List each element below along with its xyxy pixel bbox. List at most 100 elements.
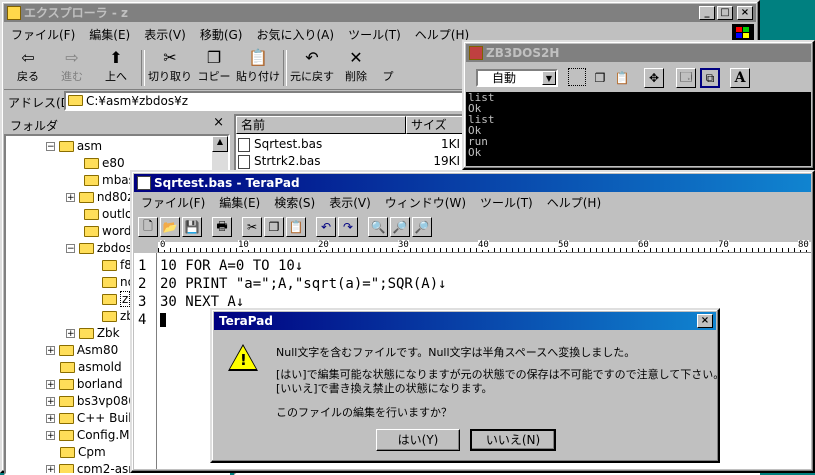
column-header-name[interactable]: 名前: [236, 116, 406, 134]
menu-view[interactable]: 表示(V): [137, 26, 193, 43]
cut-button[interactable]: ✂ 切り取り: [148, 48, 192, 84]
code-line: 1 10 FOR A=0 TO 10↓: [138, 258, 304, 274]
folder-icon: [60, 362, 75, 373]
folder-icon: [78, 192, 94, 203]
background-icon[interactable]: ⧉: [700, 68, 720, 88]
copy-button[interactable]: ❐ コピー: [192, 48, 236, 84]
tree-item-selected[interactable]: z: [102, 291, 131, 308]
copy-icon[interactable]: ❐: [590, 68, 610, 88]
properties-icon[interactable]: 🗔: [676, 68, 696, 88]
undo-icon[interactable]: ↶: [316, 217, 336, 237]
forward-button[interactable]: ⇨ 進む: [50, 48, 94, 84]
folder-icon: [84, 226, 99, 237]
tree-item[interactable]: + Zbk: [66, 325, 120, 342]
folder-icon: [84, 158, 99, 169]
yes-button[interactable]: はい(Y): [376, 429, 460, 451]
folder-icon: [102, 260, 117, 271]
maximize-button[interactable]: □: [717, 6, 733, 20]
close-button[interactable]: ×: [737, 6, 753, 20]
folder-icon: [58, 345, 74, 356]
folder-icon: [58, 141, 74, 152]
tree-item[interactable]: + C++ Build: [46, 410, 139, 427]
print-icon[interactable]: 🖶: [212, 217, 232, 237]
minimize-button[interactable]: _: [699, 6, 715, 20]
tree-item[interactable]: asmold: [60, 359, 122, 376]
properties-button[interactable]: プ: [378, 48, 398, 84]
open-folder-icon[interactable]: 📂: [160, 217, 180, 237]
tree-item[interactable]: e80: [84, 155, 125, 172]
mode-select[interactable]: 自動 ▼: [476, 69, 558, 87]
expand-icon[interactable]: +: [46, 414, 55, 424]
menu-tools[interactable]: ツール(T): [341, 26, 408, 43]
menu-help[interactable]: ヘルプ(H): [540, 194, 608, 211]
undo-button[interactable]: ↶ 元に戻す: [290, 48, 334, 84]
collapse-icon[interactable]: −: [46, 142, 55, 152]
menu-go[interactable]: 移動(G): [193, 26, 250, 43]
new-file-icon[interactable]: 🗋: [138, 217, 158, 237]
tree-item[interactable]: f8: [102, 257, 132, 274]
file-row[interactable]: Sqrtest.bas 1KI: [238, 136, 468, 153]
menu-edit[interactable]: 編集(E): [82, 26, 137, 43]
menu-search[interactable]: 検索(S): [267, 194, 322, 211]
delete-button[interactable]: ✕ 削除: [334, 48, 378, 84]
paste-button[interactable]: 📋 貼り付け: [236, 48, 280, 84]
zb3dos-window: ZB3DOS2H 自動 ▼ ❐ 📋 ✥ 🗔 ⧉ A list Ok list O…: [462, 40, 815, 170]
find-next-icon[interactable]: 🔎: [390, 217, 410, 237]
select-icon[interactable]: [568, 68, 586, 86]
scroll-thumb[interactable]: ▲: [212, 136, 228, 152]
dialog-message: Null文字を含むファイルです。Null文字は半角スペースへ変換しました。: [276, 346, 636, 359]
collapse-icon[interactable]: −: [66, 244, 75, 254]
menu-file[interactable]: ファイル(F): [134, 194, 212, 211]
zb3dos-titlebar[interactable]: ZB3DOS2H: [466, 44, 811, 62]
tree-item[interactable]: + Config.Ms: [46, 427, 136, 444]
file-row[interactable]: Strtrk2.bas 19KI: [238, 153, 468, 170]
fullscreen-icon[interactable]: ✥: [644, 68, 664, 88]
dialog-close-button[interactable]: ×: [697, 314, 713, 328]
dialog-question: このファイルの編集を行いますか？: [276, 406, 452, 419]
expand-icon[interactable]: +: [66, 329, 75, 339]
tree-item[interactable]: Cpm: [60, 444, 106, 461]
find-prev-icon[interactable]: 🔎: [412, 217, 432, 237]
dialog-titlebar[interactable]: TeraPad ×: [214, 312, 716, 330]
tree-item[interactable]: + nd80z: [66, 189, 134, 206]
tree-item[interactable]: + Asm80: [46, 342, 118, 359]
font-button[interactable]: A: [730, 68, 750, 88]
tree-item[interactable]: − asm: [46, 138, 102, 155]
tree-item[interactable]: − zbdos: [66, 240, 132, 257]
folder-icon: [102, 277, 117, 288]
back-button[interactable]: ⇦ 戻る: [6, 48, 50, 84]
zb3dos-console[interactable]: list Ok list Ok run Ok: [466, 92, 811, 166]
redo-icon[interactable]: ↷: [338, 217, 358, 237]
menu-favorites[interactable]: お気に入り(A): [249, 26, 341, 43]
expand-icon[interactable]: +: [46, 346, 55, 356]
folder-icon: [58, 464, 74, 473]
tree-item[interactable]: + borland: [46, 376, 123, 393]
paste-icon[interactable]: 📋: [612, 68, 632, 88]
copy-icon[interactable]: ❐: [264, 217, 284, 237]
tree-item[interactable]: mbas: [84, 172, 135, 189]
no-button[interactable]: いいえ(N): [470, 429, 556, 451]
zb3dos-toolbar: 自動 ▼ ❐ 📋 ✥ 🗔 ⧉ A: [466, 64, 811, 90]
menu-window[interactable]: ウィンドウ(W): [378, 194, 473, 211]
menu-file[interactable]: ファイル(F): [4, 26, 82, 43]
tree-item[interactable]: + bs3vp080: [46, 393, 136, 410]
up-button[interactable]: ⬆ 上へ: [94, 48, 138, 84]
back-arrow-icon: ⇦: [21, 48, 35, 67]
expand-icon[interactable]: +: [46, 380, 55, 390]
menu-view[interactable]: 表示(V): [322, 194, 378, 211]
terapad-app-icon: [137, 176, 151, 190]
save-icon[interactable]: 💾: [182, 217, 202, 237]
expand-icon[interactable]: +: [46, 431, 55, 441]
cut-icon[interactable]: ✂: [242, 217, 262, 237]
terapad-titlebar[interactable]: Sqrtest.bas - TeraPad: [134, 174, 811, 192]
folders-close-button[interactable]: ×: [213, 115, 224, 130]
expand-icon[interactable]: +: [46, 397, 55, 407]
explorer-titlebar[interactable]: エクスプローラ - z _ □ ×: [4, 4, 756, 22]
folders-label: フォルダ: [10, 119, 59, 133]
menu-edit[interactable]: 編集(E): [212, 194, 267, 211]
expand-icon[interactable]: +: [66, 193, 75, 203]
menu-tools[interactable]: ツール(T): [473, 194, 540, 211]
chevron-down-icon[interactable]: ▼: [542, 71, 556, 85]
paste-icon[interactable]: 📋: [286, 217, 306, 237]
find-icon[interactable]: 🔍: [368, 217, 388, 237]
